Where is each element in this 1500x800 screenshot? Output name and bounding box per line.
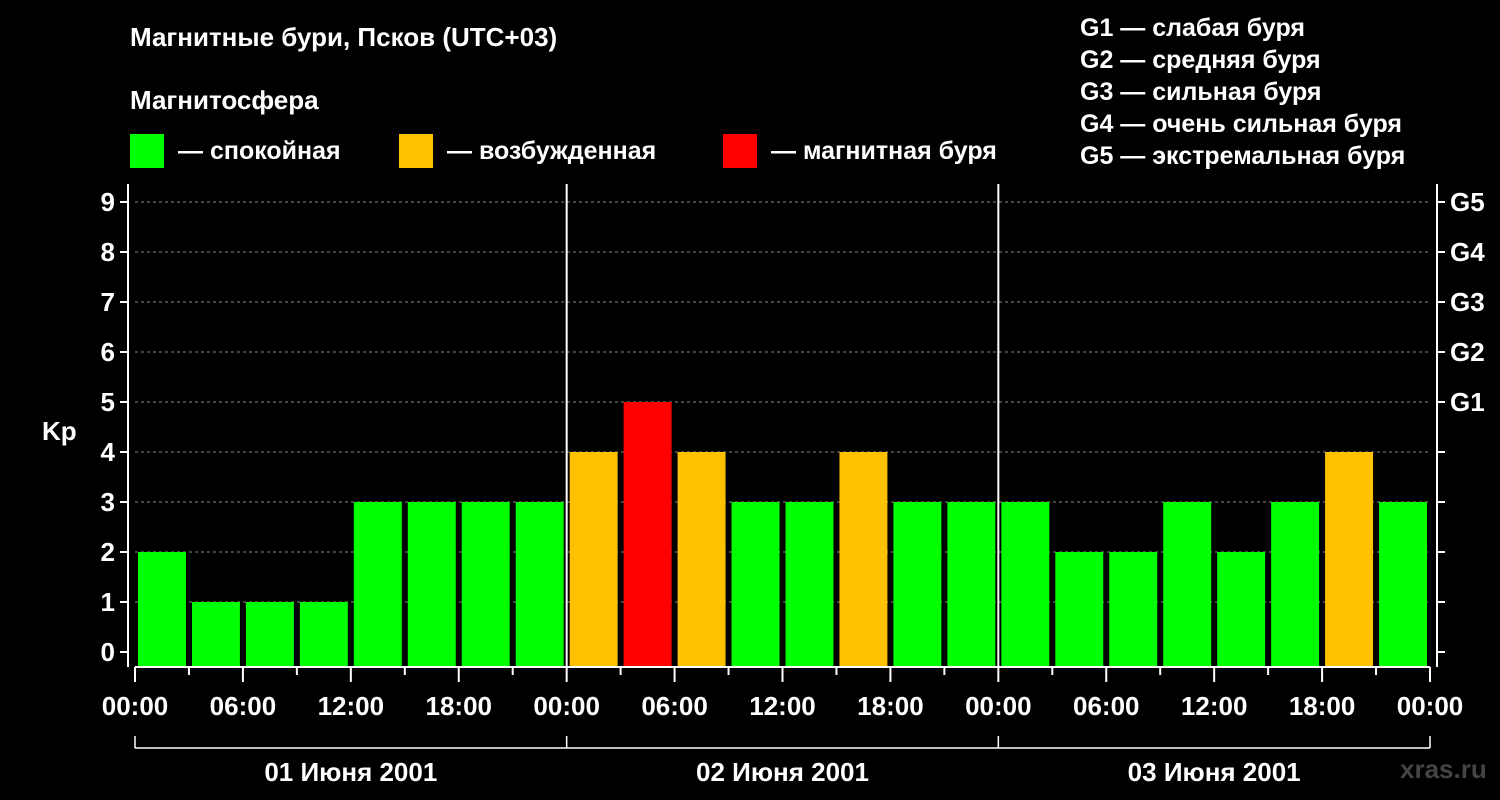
day-label: 03 Июня 2001 [1128,757,1301,787]
kp-bar [1271,502,1320,667]
kp-bar [1217,552,1266,667]
kp-bar-chart: 0 1 2 3 4 5 6 7 8 9 G1 G2 G3 G4 G5 Kp 00:00 06:00 12:00 18:… [42,184,1485,787]
kp-bar [245,602,294,667]
y-tick-label: 1 [101,587,115,617]
kp-bar [515,502,564,667]
kp-bar [839,452,888,667]
y-tick-label: 3 [101,487,115,517]
kp-bar [353,502,402,667]
kp-bar [677,452,726,667]
y-tick-label: 9 [101,187,115,217]
x-tick-label: 12:00 [318,691,385,721]
x-tick-label: 00:00 [533,691,600,721]
kp-bar [785,502,834,667]
kp-bar [1325,452,1374,667]
x-tick-label: 12:00 [749,691,816,721]
kp-bar [947,502,996,667]
kp-bar [138,552,186,667]
kp-bar [1001,502,1050,667]
kp-bar [191,602,240,667]
kp-bar [461,502,510,667]
site-watermark: xras.ru [1400,754,1487,784]
y-tick-label: 2 [101,537,115,567]
g-level-label: G3 [1450,287,1485,317]
kp-bar [1109,552,1158,667]
y-tick-label: 4 [101,437,116,467]
g-level-label: G4 [1450,237,1485,267]
x-tick-label: 06:00 [210,691,277,721]
x-tick-label: 00:00 [102,691,169,721]
x-tick-label: 18:00 [857,691,924,721]
g-level-label: G2 [1450,337,1485,367]
x-tick-label: 06:00 [1073,691,1140,721]
x-tick-label: 06:00 [641,691,708,721]
kp-bar [1055,552,1104,667]
x-tick-label: 00:00 [965,691,1032,721]
kp-bar [1379,502,1427,667]
kp-bar [1163,502,1212,667]
x-tick-label: 00:00 [1397,691,1464,721]
x-tick-label: 12:00 [1181,691,1248,721]
kp-bar [623,402,672,667]
day-label: 02 Июня 2001 [696,757,869,787]
y-tick-label: 5 [101,387,115,417]
g-level-label: G5 [1450,187,1485,217]
kp-bar [407,502,456,667]
x-tick-label: 18:00 [426,691,493,721]
kp-bar [731,502,780,667]
y-tick-label: 6 [101,337,115,367]
kp-bar [893,502,942,667]
y-tick-label: 0 [101,637,115,667]
x-tick-label: 18:00 [1289,691,1356,721]
day-label: 01 Июня 2001 [264,757,437,787]
kp-bar [299,602,348,667]
y-tick-label: 8 [101,237,115,267]
g-level-label: G1 [1450,387,1485,417]
kp-bar [569,452,618,667]
y-axis-label: Kp [42,416,77,446]
y-tick-label: 7 [101,287,115,317]
